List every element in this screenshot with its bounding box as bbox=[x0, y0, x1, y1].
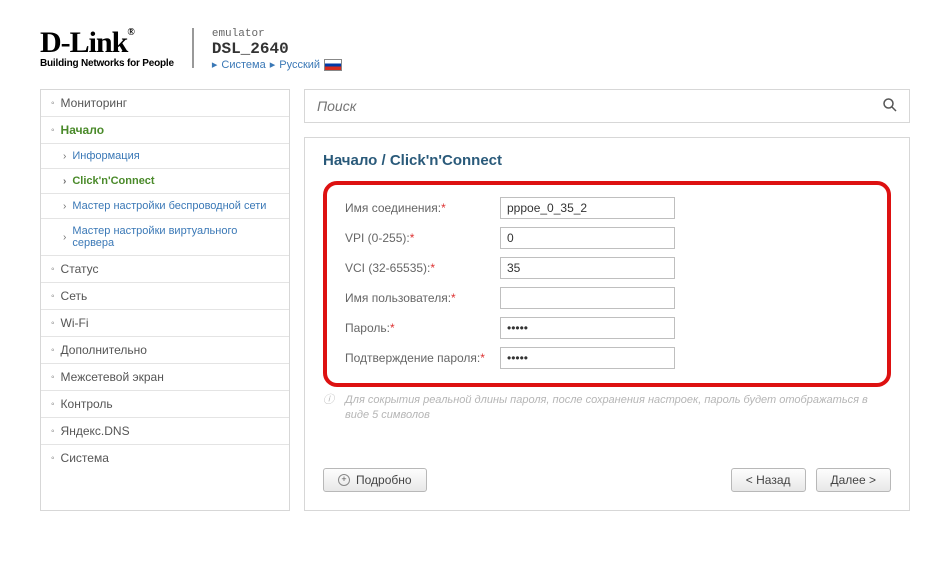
button-label: Далее > bbox=[831, 473, 877, 487]
form-highlight-box: Имя соединения:* VPI (0-255):* VCI (32-6… bbox=[323, 181, 891, 387]
bullet-icon: ◦ bbox=[51, 98, 55, 109]
logo-text: D-Link bbox=[40, 26, 127, 59]
sidebar-item-advanced[interactable]: ◦ Дополнительно bbox=[41, 337, 289, 364]
sidebar-item-yandexdns[interactable]: ◦ Яндекс.DNS bbox=[41, 418, 289, 445]
bullet-icon: ◦ bbox=[51, 399, 55, 410]
sidebar-item-label: Мастер настройки виртуального сервера bbox=[72, 225, 279, 249]
conn-name-field[interactable] bbox=[500, 197, 675, 219]
button-label: < Назад bbox=[746, 473, 791, 487]
search-input[interactable] bbox=[317, 98, 897, 114]
logo-subtitle: Building Networks for People bbox=[40, 58, 174, 69]
sidebar-item-label: Мастер настройки беспроводной сети bbox=[72, 200, 266, 212]
sidebar-item-label: Статус bbox=[61, 262, 99, 276]
sidebar-item-wifi[interactable]: ◦ Wi-Fi bbox=[41, 310, 289, 337]
vpi-field[interactable] bbox=[500, 227, 675, 249]
password-confirm-label: Подтверждение пароля:* bbox=[345, 351, 500, 365]
sidebar-item-label: Click'n'Connect bbox=[72, 175, 154, 187]
sidebar-item-label: Система bbox=[61, 451, 109, 465]
vpi-label: VPI (0-255):* bbox=[345, 231, 500, 245]
conn-name-label: Имя соединения:* bbox=[345, 201, 500, 215]
chevron-icon: › bbox=[63, 201, 66, 212]
sidebar-item-label: Мониторинг bbox=[61, 96, 128, 110]
password-confirm-field[interactable] bbox=[500, 347, 675, 369]
bullet-icon: ◦ bbox=[51, 372, 55, 383]
password-field[interactable] bbox=[500, 317, 675, 339]
back-button[interactable]: < Назад bbox=[731, 468, 806, 492]
sidebar-item-label: Дополнительно bbox=[61, 343, 147, 357]
sidebar-item-label: Начало bbox=[61, 123, 104, 137]
sidebar-item-monitoring[interactable]: ◦ Мониторинг bbox=[41, 90, 289, 117]
header-separator bbox=[192, 28, 194, 68]
logo: D-Link® Building Networks for People bbox=[40, 28, 174, 69]
expand-icon: + bbox=[338, 474, 350, 486]
next-button[interactable]: Далее > bbox=[816, 468, 892, 492]
chevron-icon: › bbox=[63, 151, 66, 162]
breadcrumb: Начало / Click'n'Connect bbox=[323, 152, 891, 169]
search-bar bbox=[304, 89, 910, 123]
bullet-icon: ◦ bbox=[51, 318, 55, 329]
search-icon[interactable] bbox=[881, 96, 899, 117]
info-icon: ⓘ bbox=[323, 393, 334, 408]
emulator-label: emulator bbox=[212, 28, 342, 40]
sidebar-item-label: Wi-Fi bbox=[61, 316, 89, 330]
vci-field[interactable] bbox=[500, 257, 675, 279]
sidebar-item-label: Информация bbox=[72, 150, 139, 162]
sidebar-item-wireless-wizard[interactable]: › Мастер настройки беспроводной сети bbox=[41, 194, 289, 219]
password-label: Пароль:* bbox=[345, 321, 500, 335]
language-link[interactable]: Русский bbox=[279, 59, 320, 71]
model-label: DSL_2640 bbox=[212, 40, 342, 58]
vci-label: VCI (32-65535):* bbox=[345, 261, 500, 275]
details-button[interactable]: + Подробно bbox=[323, 468, 427, 492]
sidebar-item-label: Контроль bbox=[61, 397, 113, 411]
password-note: ⓘ Для сокрытия реальной длины пароля, по… bbox=[323, 393, 891, 424]
sidebar-item-label: Межсетевой экран bbox=[61, 370, 164, 384]
sidebar-item-label: Сеть bbox=[61, 289, 88, 303]
sidebar-item-network[interactable]: ◦ Сеть bbox=[41, 283, 289, 310]
bullet-icon: ◦ bbox=[51, 125, 55, 136]
button-label: Подробно bbox=[356, 473, 412, 487]
username-label: Имя пользователя:* bbox=[345, 291, 500, 305]
bullet-icon: ◦ bbox=[51, 453, 55, 464]
sidebar-item-start[interactable]: ◦ Начало bbox=[41, 117, 289, 144]
sidebar-item-status[interactable]: ◦ Статус bbox=[41, 256, 289, 283]
sidebar-item-system[interactable]: ◦ Система bbox=[41, 445, 289, 471]
bullet-icon: ◦ bbox=[51, 345, 55, 356]
chevron-icon: › bbox=[63, 176, 66, 187]
header-crumbs: ▸ Система ▸ Русский bbox=[212, 58, 342, 71]
sidebar: ◦ Мониторинг ◦ Начало › Информация › Click'n… bbox=[40, 89, 290, 511]
sidebar-item-information[interactable]: › Информация bbox=[41, 144, 289, 169]
main-panel: Начало / Click'n'Connect Имя соединения:… bbox=[304, 137, 910, 511]
bullet-icon: ◦ bbox=[51, 264, 55, 275]
sidebar-item-clicknconnect[interactable]: › Click'n'Connect bbox=[41, 169, 289, 194]
sidebar-item-firewall[interactable]: ◦ Межсетевой экран bbox=[41, 364, 289, 391]
sidebar-item-vserver-wizard[interactable]: › Мастер настройки виртуального сервера bbox=[41, 219, 289, 256]
bullet-icon: ◦ bbox=[51, 291, 55, 302]
chevron-icon: › bbox=[63, 232, 66, 243]
bullet-icon: ◦ bbox=[51, 426, 55, 437]
sidebar-item-control[interactable]: ◦ Контроль bbox=[41, 391, 289, 418]
system-link[interactable]: Система bbox=[221, 59, 265, 71]
sidebar-item-label: Яндекс.DNS bbox=[61, 424, 130, 438]
arrow-icon: ▸ bbox=[212, 58, 218, 71]
flag-icon-ru bbox=[324, 59, 342, 71]
arrow-icon: ▸ bbox=[270, 58, 276, 71]
header: D-Link® Building Networks for People emu… bbox=[40, 28, 910, 71]
username-field[interactable] bbox=[500, 287, 675, 309]
